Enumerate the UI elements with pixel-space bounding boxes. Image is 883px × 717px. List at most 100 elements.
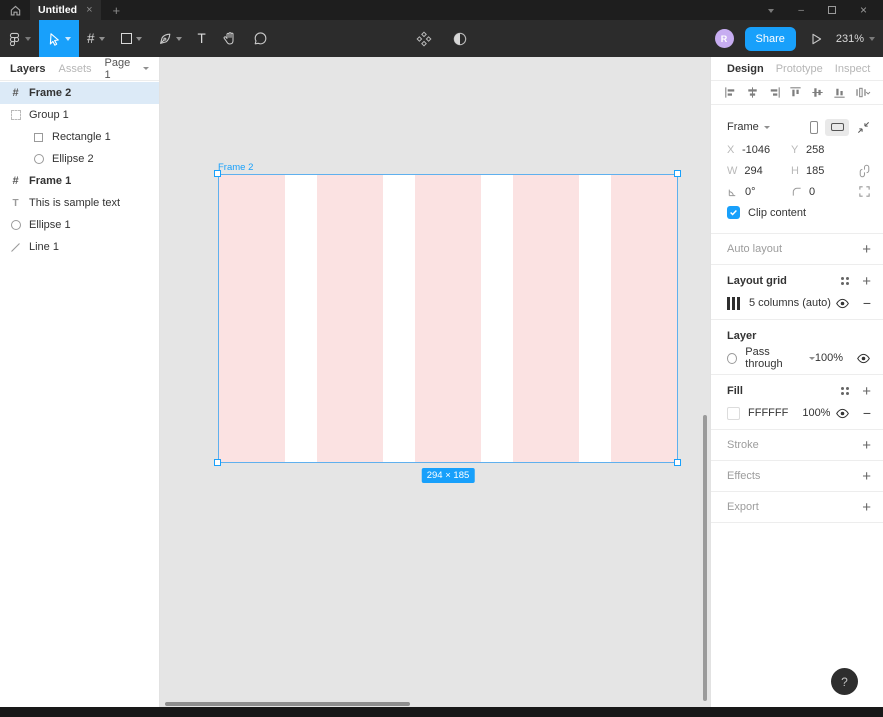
columns-grid-icon[interactable] <box>727 296 740 310</box>
remove-layout-grid-button[interactable]: − <box>863 296 871 310</box>
create-component-button[interactable] <box>408 20 440 57</box>
hand-tool-button[interactable] <box>214 20 245 57</box>
align-vertical-center-button[interactable] <box>810 85 825 100</box>
layer-row-rectangle-1[interactable]: Rectangle 1 <box>0 126 159 148</box>
frame-tool-button[interactable]: # <box>79 20 113 57</box>
main-area: Layers Assets Page 1 # Frame 2 Group 1 R… <box>0 57 883 707</box>
corner-radius-icon <box>791 186 802 197</box>
align-top-button[interactable] <box>788 85 803 100</box>
add-fill-button[interactable]: + <box>862 384 871 399</box>
home-button[interactable] <box>0 0 30 20</box>
distribute-button[interactable] <box>854 85 871 100</box>
effects-title: Effects <box>727 470 761 482</box>
inspector-panel: Design Prototype Inspect Frame X -1046 Y… <box>710 57 883 707</box>
zoom-level-dropdown[interactable]: 231% <box>836 33 875 45</box>
width-input[interactable]: 294 <box>744 165 762 177</box>
present-button[interactable] <box>807 20 825 57</box>
ellipse-icon <box>9 219 22 232</box>
inspector-tabs: Design Prototype Inspect <box>711 57 883 81</box>
window-minimize-button[interactable]: – <box>798 5 804 16</box>
add-auto-layout-button[interactable]: + <box>862 242 871 257</box>
clip-content-checkbox[interactable] <box>727 206 740 219</box>
fill-hex-input[interactable]: FFFFFF <box>748 407 788 419</box>
add-stroke-button[interactable]: + <box>862 438 871 453</box>
portrait-orientation-icon[interactable] <box>810 120 818 134</box>
layer-opacity-input[interactable]: 100% <box>815 352 843 364</box>
selection-handle-bottom-left[interactable] <box>214 459 221 466</box>
layer-row-sample-text[interactable]: T This is sample text <box>0 192 159 214</box>
fill-section: Fill + FFFFFF 100% − <box>711 375 883 430</box>
shape-tool-button[interactable] <box>113 20 150 57</box>
layer-row-ellipse-1[interactable]: Ellipse 1 <box>0 214 159 236</box>
blend-mode-dropdown[interactable]: Pass through <box>745 346 815 370</box>
selection-handle-bottom-right[interactable] <box>674 459 681 466</box>
fill-visibility-eye-icon[interactable] <box>835 406 850 421</box>
align-left-button[interactable] <box>723 85 738 100</box>
canvas[interactable]: Frame 2 294 × 185 <box>160 57 710 707</box>
main-menu-button[interactable] <box>0 20 39 57</box>
layer-row-line-1[interactable]: Line 1 <box>0 236 159 258</box>
stroke-title: Stroke <box>727 439 759 451</box>
grid-visibility-eye-icon[interactable] <box>835 296 850 311</box>
align-right-button[interactable] <box>767 85 782 100</box>
y-input[interactable]: 258 <box>806 144 824 156</box>
tab-layers[interactable]: Layers <box>10 63 45 75</box>
file-tab-title: Untitled <box>38 4 78 16</box>
independent-corners-icon[interactable] <box>858 185 871 198</box>
remove-fill-button[interactable]: − <box>863 406 871 420</box>
rotation-input[interactable]: 0° <box>745 186 756 198</box>
frame-label[interactable]: Frame 2 <box>218 162 253 173</box>
align-horizontal-center-button[interactable] <box>745 85 760 100</box>
window-maximize-button[interactable] <box>827 6 836 14</box>
selection-handle-top-right[interactable] <box>674 170 681 177</box>
layer-visibility-eye-icon[interactable] <box>856 351 871 366</box>
selection-handle-top-left[interactable] <box>214 170 221 177</box>
resize-to-fit-icon[interactable] <box>856 120 871 135</box>
use-as-mask-button[interactable] <box>444 20 476 57</box>
help-button[interactable]: ? <box>831 668 858 695</box>
page-selector[interactable]: Page 1 <box>104 56 149 81</box>
avatar[interactable]: R <box>714 29 734 48</box>
group-icon <box>9 109 22 122</box>
tab-assets[interactable]: Assets <box>58 63 91 75</box>
move-tool-button[interactable] <box>39 20 79 57</box>
layout-grid-item-label[interactable]: 5 columns (auto) <box>749 297 831 309</box>
canvas-horizontal-scrollbar[interactable] <box>165 702 410 706</box>
window-close-button[interactable]: × <box>860 3 867 17</box>
tab-design[interactable]: Design <box>727 63 764 75</box>
new-tab-button[interactable]: + <box>113 3 121 18</box>
tab-prototype[interactable]: Prototype <box>776 63 823 75</box>
corner-radius-input[interactable]: 0 <box>809 186 815 198</box>
comment-tool-button[interactable] <box>245 20 276 57</box>
add-effect-button[interactable]: + <box>862 469 871 484</box>
fill-opacity-input[interactable]: 100% <box>802 407 830 419</box>
text-tool-icon: T <box>197 31 206 46</box>
add-export-button[interactable]: + <box>862 500 871 515</box>
layer-row-ellipse-2[interactable]: Ellipse 2 <box>0 148 159 170</box>
window-menu-chevron-icon[interactable] <box>768 9 775 13</box>
landscape-orientation-button[interactable] <box>825 118 849 136</box>
page-selector-label: Page 1 <box>104 56 131 81</box>
frame-type-chevron-icon <box>763 125 770 129</box>
fill-color-swatch[interactable] <box>727 406 740 420</box>
layer-row-group-1[interactable]: Group 1 <box>0 104 159 126</box>
frame-type-dropdown[interactable]: Frame <box>727 121 770 133</box>
layer-row-frame-2[interactable]: # Frame 2 <box>0 82 159 104</box>
file-tab[interactable]: Untitled × <box>30 0 101 20</box>
pen-tool-button[interactable] <box>150 20 190 57</box>
share-button[interactable]: Share <box>744 26 796 51</box>
x-input[interactable]: -1046 <box>742 144 770 156</box>
selected-frame[interactable] <box>218 174 678 463</box>
height-input[interactable]: 185 <box>806 165 824 177</box>
fill-styles-icon[interactable] <box>841 387 850 395</box>
tab-inspect[interactable]: Inspect <box>835 63 870 75</box>
text-tool-button[interactable]: T <box>190 20 214 57</box>
align-bottom-button[interactable] <box>832 85 847 100</box>
constrain-proportions-icon[interactable] <box>858 164 871 178</box>
canvas-vertical-scrollbar[interactable] <box>703 415 707 701</box>
layers-panel: Layers Assets Page 1 # Frame 2 Group 1 R… <box>0 57 160 707</box>
add-layout-grid-button[interactable]: + <box>862 274 871 289</box>
grid-styles-icon[interactable] <box>841 277 850 285</box>
tab-close-icon[interactable]: × <box>86 4 92 16</box>
layer-row-frame-1[interactable]: # Frame 1 <box>0 170 159 192</box>
